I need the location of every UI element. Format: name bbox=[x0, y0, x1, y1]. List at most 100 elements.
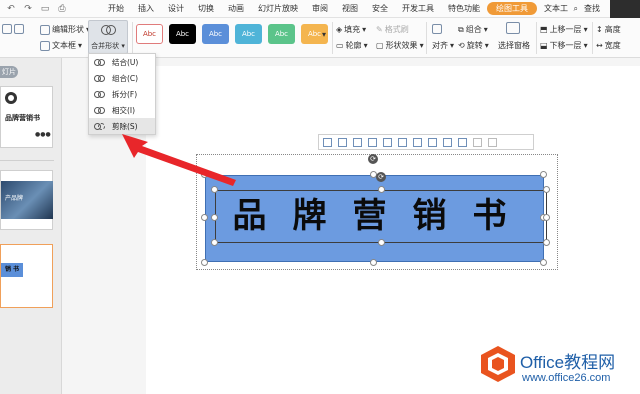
slide-thumbnail-2[interactable]: 产品牌 bbox=[0, 170, 53, 230]
shapes-icon bbox=[2, 24, 12, 34]
tab-view[interactable]: 视图 bbox=[335, 0, 365, 18]
effects-icon: ▢ bbox=[376, 41, 384, 50]
align-center-icon[interactable] bbox=[338, 137, 347, 147]
rotate-button[interactable]: ⟲ 旋转 ▾ bbox=[458, 40, 489, 51]
selection-pane-icon-wrap bbox=[506, 22, 520, 34]
outline-button[interactable]: ▭ 轮廓 ▾ bbox=[336, 40, 368, 51]
style-swatch-5[interactable]: Abc bbox=[268, 24, 295, 44]
menu-item-intersect[interactable]: 相交(I) bbox=[89, 102, 155, 118]
tab-slideshow[interactable]: 幻灯片放映 bbox=[251, 0, 305, 18]
bring-forward-button[interactable]: ⬒ 上移一层 ▾ bbox=[540, 24, 588, 35]
intersect-icon bbox=[94, 106, 106, 115]
format-painter-button[interactable]: ✎ 格式刷 bbox=[376, 24, 409, 35]
more-icon[interactable] bbox=[488, 137, 497, 147]
combine-icon bbox=[94, 74, 106, 83]
menu-item-union[interactable]: 结合(U) bbox=[89, 54, 155, 70]
outline-icon: ▭ bbox=[336, 41, 344, 50]
style-swatch-4[interactable]: Abc bbox=[235, 24, 262, 44]
align-button[interactable]: 对齐 ▾ bbox=[432, 40, 454, 51]
height-field[interactable]: ↕ 高度 bbox=[596, 24, 621, 35]
style-swatch-2[interactable]: Abc bbox=[169, 24, 196, 44]
print-icon[interactable]: ⎙ bbox=[57, 4, 67, 14]
align-top-icon[interactable] bbox=[368, 137, 377, 147]
send-backward-button[interactable]: ⬓ 下移一层 ▾ bbox=[540, 40, 588, 51]
floating-toolbar bbox=[318, 134, 534, 150]
resize-handle[interactable] bbox=[201, 259, 208, 266]
align-middle-icon[interactable] bbox=[383, 137, 392, 147]
tab-developer[interactable]: 开发工具 bbox=[395, 0, 441, 18]
textbox-button[interactable]: 文本框 ▾ bbox=[40, 40, 82, 51]
group-icon[interactable] bbox=[443, 137, 452, 147]
tab-animations[interactable]: 动画 bbox=[221, 0, 251, 18]
align-left-icon[interactable] bbox=[323, 137, 332, 147]
merge-shapes-button[interactable]: 合并形状 ▾ bbox=[88, 20, 128, 54]
height-icon: ↕ bbox=[596, 25, 603, 34]
tab-review[interactable]: 审阅 bbox=[305, 0, 335, 18]
redo-icon[interactable]: ↷ bbox=[23, 4, 33, 14]
tab-text-tools[interactable]: 文本工 bbox=[537, 0, 575, 18]
distribute-h-icon[interactable] bbox=[413, 137, 422, 147]
align-icon-button[interactable] bbox=[432, 24, 442, 34]
resize-handle[interactable] bbox=[378, 186, 385, 193]
shapes-icon bbox=[14, 24, 24, 34]
fragment-icon bbox=[94, 90, 106, 99]
style-swatch-3[interactable]: Abc bbox=[202, 24, 229, 44]
tab-features[interactable]: 特色功能 bbox=[441, 0, 487, 18]
tab-security[interactable]: 安全 bbox=[365, 0, 395, 18]
pin-icon[interactable] bbox=[473, 137, 482, 147]
selection-pane-button[interactable]: 选择窗格 bbox=[498, 40, 530, 51]
resize-handle[interactable] bbox=[201, 214, 208, 221]
shape-picker[interactable] bbox=[2, 24, 24, 34]
slide-thumbnail-2-title: 产品牌 bbox=[5, 195, 24, 202]
width-field[interactable]: ↔ 宽度 bbox=[596, 40, 621, 51]
rotate-handle-icon[interactable]: ⟳ bbox=[368, 154, 378, 164]
resize-handle[interactable] bbox=[211, 214, 218, 221]
rotate-icon: ⟲ bbox=[458, 41, 465, 50]
align-bottom-icon[interactable] bbox=[398, 137, 407, 147]
undo-icon[interactable]: ↶ bbox=[6, 4, 16, 14]
height-label: 高度 bbox=[604, 25, 621, 34]
bring-forward-label: 上移一层 bbox=[549, 25, 582, 34]
distribute-v-icon[interactable] bbox=[428, 137, 437, 147]
thumbnail-photo: 产品牌 bbox=[1, 181, 53, 219]
merge-shapes-dropdown: 结合(U) 组合(C) 拆分(F) 相交(I) 剪除(S) bbox=[88, 53, 156, 135]
slide-thumbnail-1[interactable]: 品牌营销书 ●●● bbox=[0, 86, 53, 148]
tab-transitions[interactable]: 切换 bbox=[191, 0, 221, 18]
slide-thumbnail-3-title: 销 书 bbox=[1, 263, 23, 277]
menu-item-label: 组合(C) bbox=[112, 73, 139, 83]
divider bbox=[426, 22, 427, 54]
group-icon: ⧉ bbox=[458, 24, 464, 34]
styles-more-button[interactable]: ▾ bbox=[322, 30, 326, 39]
slide-thumbnail-3[interactable]: 销 书 bbox=[0, 244, 53, 308]
tab-drawing-tools[interactable]: 绘图工具 bbox=[487, 1, 537, 15]
shape-effects-button[interactable]: ▢ 形状效果 ▾ bbox=[376, 40, 424, 51]
resize-handle[interactable] bbox=[543, 239, 550, 246]
save-icon[interactable]: ▭ bbox=[40, 4, 50, 14]
menu-item-combine[interactable]: 组合(C) bbox=[89, 70, 155, 86]
resize-handle[interactable] bbox=[543, 214, 550, 221]
tab-insert[interactable]: 插入 bbox=[131, 0, 161, 18]
resize-handle[interactable] bbox=[543, 186, 550, 193]
group-button[interactable]: ⧉ 组合 ▾ bbox=[458, 24, 488, 35]
edit-shape-button[interactable]: 编辑形状▾ bbox=[40, 24, 90, 35]
resize-handle[interactable] bbox=[211, 239, 218, 246]
copy-icon[interactable] bbox=[458, 137, 467, 147]
resize-handle[interactable] bbox=[540, 259, 547, 266]
app-window: ↶ ↷ ▭ ⎙ 开始 插入 设计 切换 动画 幻灯片放映 审阅 视图 安全 开发… bbox=[0, 0, 640, 394]
fill-button[interactable]: ◈ 填充 ▾ bbox=[336, 24, 366, 35]
align-right-icon[interactable] bbox=[353, 137, 362, 147]
resize-handle[interactable] bbox=[378, 239, 385, 246]
rotate-handle-icon[interactable]: ⟳ bbox=[376, 172, 386, 182]
tab-design[interactable]: 设计 bbox=[161, 0, 191, 18]
resize-handle[interactable] bbox=[370, 259, 377, 266]
search-icon[interactable]: ⌕ bbox=[574, 4, 578, 14]
tab-home[interactable]: 开始 bbox=[101, 0, 131, 18]
send-backward-label: 下移一层 bbox=[549, 41, 582, 50]
resize-handle[interactable] bbox=[540, 171, 547, 178]
menu-item-fragment[interactable]: 拆分(F) bbox=[89, 86, 155, 102]
search-label[interactable]: 查找 bbox=[584, 3, 600, 14]
style-swatch-1[interactable]: Abc bbox=[136, 24, 163, 44]
slide-panel-tab[interactable]: 灯片 bbox=[0, 66, 18, 78]
shape-style-gallery: Abc Abc Abc Abc Abc Abc bbox=[136, 24, 328, 44]
shape-text[interactable]: 品牌营销书 bbox=[205, 196, 544, 236]
